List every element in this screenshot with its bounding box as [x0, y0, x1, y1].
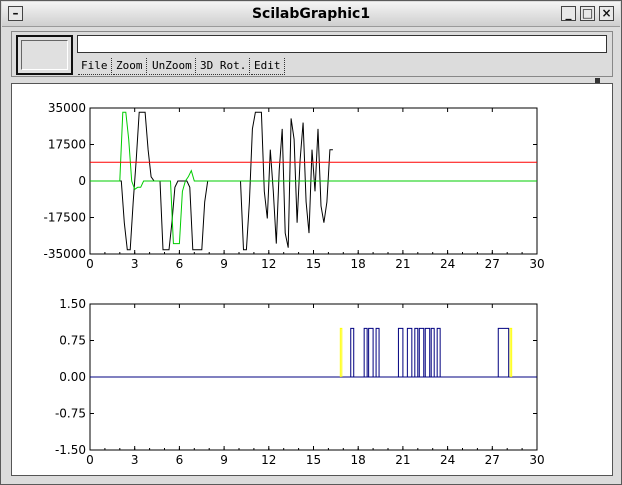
menu-edit[interactable]: Edit — [251, 58, 285, 75]
y-tick-label: 17500 — [48, 138, 86, 152]
pulse-blue — [406, 327, 413, 377]
minimize-icon: _ — [565, 6, 572, 20]
graphic-canvas[interactable]: 0 3 6 9 12 15 18 21 24 27 30 35000 17500 0 -17500 -3500… — [11, 83, 613, 476]
y-tick-label: -35000 — [43, 247, 86, 261]
button-face — [21, 40, 68, 70]
plots-svg: 0 3 6 9 12 15 18 21 24 27 3035000175000-17500-3500… — [43, 101, 544, 467]
menu-zoom[interactable]: Zoom — [113, 58, 147, 75]
x-tick-label: 6 — [176, 257, 184, 271]
pulse-blue — [414, 327, 419, 377]
window-title: ScilabGraphic1 — [251, 6, 371, 22]
series-line-green — [90, 111, 537, 245]
menu-unzoom[interactable]: UnZoom — [149, 58, 196, 75]
x-tick-label: 24 — [440, 257, 455, 271]
scilab-window: – ScilabGraphic1 _ □ × File Zoom UnZoom … — [0, 0, 622, 485]
menu-file[interactable]: File — [78, 58, 112, 75]
y-tick-label: -1.50 — [55, 443, 86, 457]
y-tick-label: -17500 — [43, 211, 86, 225]
pulse-blue — [497, 327, 510, 377]
pulse-blue — [418, 327, 425, 377]
pulse-blue — [363, 327, 368, 377]
x-tick-label: 9 — [220, 453, 228, 467]
x-tick-label: 18 — [351, 453, 366, 467]
x-tick-label: 30 — [529, 257, 544, 271]
pulse-blue — [375, 327, 380, 377]
x-tick-label: 3 — [131, 257, 139, 271]
close-icon: × — [601, 6, 612, 20]
pulse-blue — [436, 327, 441, 377]
x-tick-label: 27 — [485, 453, 500, 467]
x-tick-label: 0 — [86, 257, 94, 271]
x-tick-label: 27 — [485, 257, 500, 271]
pulse-blue — [430, 327, 435, 377]
x-tick-label: 12 — [261, 257, 276, 271]
pulse-yellow — [339, 327, 343, 377]
x-tick-label: 0 — [86, 453, 94, 467]
y-tick-label: 0.00 — [59, 370, 86, 384]
pulse-yellow — [509, 327, 513, 377]
y-tick-label: 0.75 — [59, 334, 86, 348]
title-bar[interactable]: – ScilabGraphic1 _ □ × — [2, 2, 620, 27]
minimize-button[interactable]: _ — [561, 6, 576, 21]
graphic-toggle-button[interactable] — [16, 35, 73, 75]
y-tick-label: -0.75 — [55, 407, 86, 421]
x-tick-label: 21 — [395, 257, 410, 271]
y-tick-label: 1.50 — [59, 297, 86, 311]
x-tick-label: 12 — [261, 453, 276, 467]
maximize-button[interactable]: □ — [580, 6, 595, 21]
x-tick-label: 21 — [395, 453, 410, 467]
x-tick-label: 15 — [306, 257, 321, 271]
maximize-icon: □ — [581, 6, 594, 20]
close-button[interactable]: × — [599, 6, 614, 21]
x-tick-label: 3 — [131, 453, 139, 467]
menu-3d-rot[interactable]: 3D Rot. — [197, 58, 251, 75]
pulse-blue — [350, 327, 355, 377]
x-tick-label: 15 — [306, 453, 321, 467]
pulse-blue — [397, 327, 404, 377]
x-tick-label: 30 — [529, 453, 544, 467]
y-tick-label: 35000 — [48, 101, 86, 115]
x-tick-label: 6 — [176, 453, 184, 467]
x-tick-label: 9 — [220, 257, 228, 271]
x-tick-label: 18 — [351, 257, 366, 271]
y-tick-label: 0 — [78, 174, 86, 188]
pulse-blue — [368, 327, 374, 377]
info-message-bar — [77, 35, 607, 53]
pulse-blue — [424, 327, 431, 377]
x-tick-label: 24 — [440, 453, 455, 467]
